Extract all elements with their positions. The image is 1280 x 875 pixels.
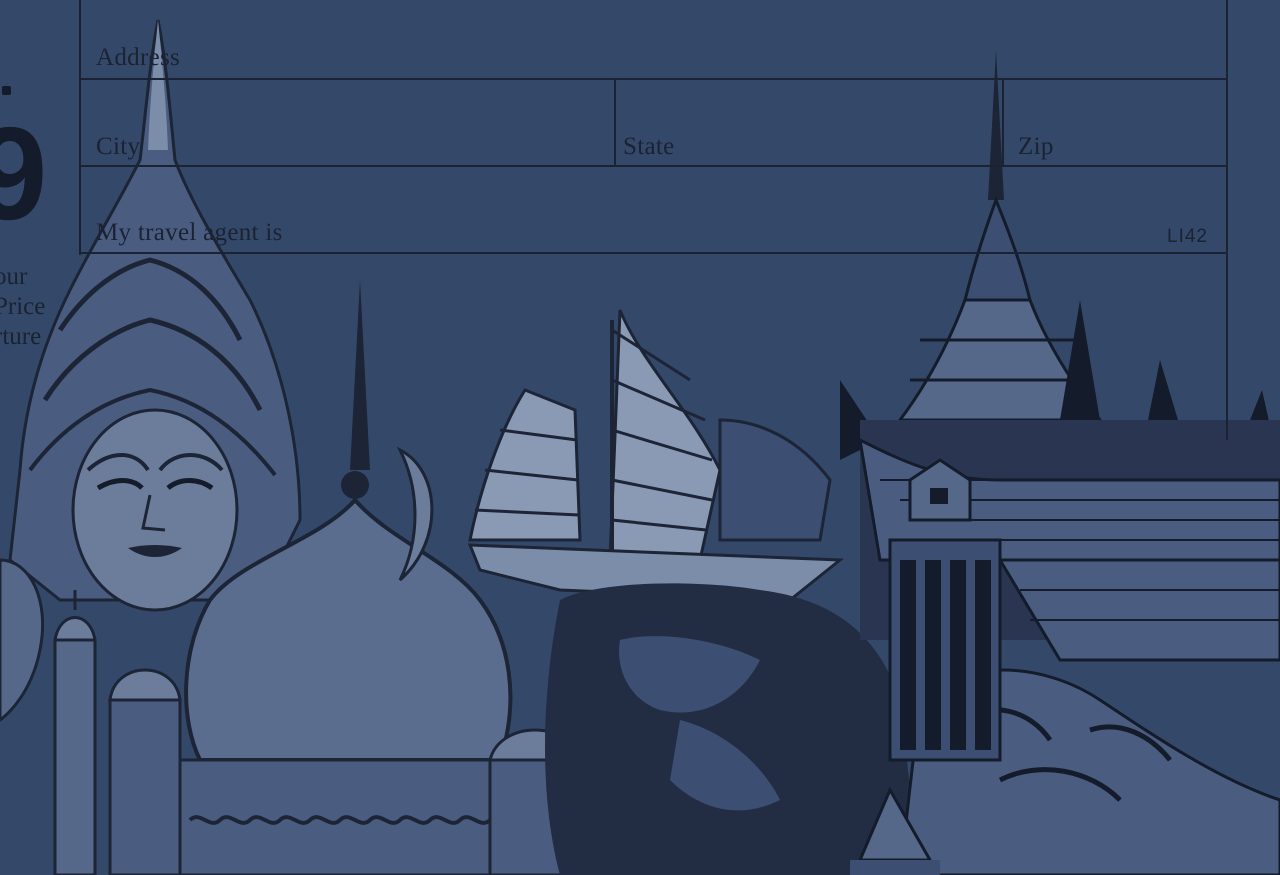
- side-text-line-1: our: [0, 263, 28, 290]
- city-label: City: [96, 133, 141, 160]
- zip-label: Zip: [1018, 133, 1054, 160]
- price-digit: 9: [0, 100, 48, 247]
- form-code: LI42: [1167, 226, 1208, 247]
- bullet-dot: [2, 86, 11, 95]
- travel-agent-label: My travel agent is: [96, 219, 283, 246]
- brochure-page: Address City State Zip My travel agent i…: [0, 0, 1280, 875]
- side-text-line-2: Price: [0, 293, 46, 320]
- order-form-lines: [79, 0, 1228, 440]
- side-text-line-3: rture: [0, 323, 42, 350]
- address-label: Address: [96, 44, 181, 71]
- state-label: State: [623, 133, 675, 160]
